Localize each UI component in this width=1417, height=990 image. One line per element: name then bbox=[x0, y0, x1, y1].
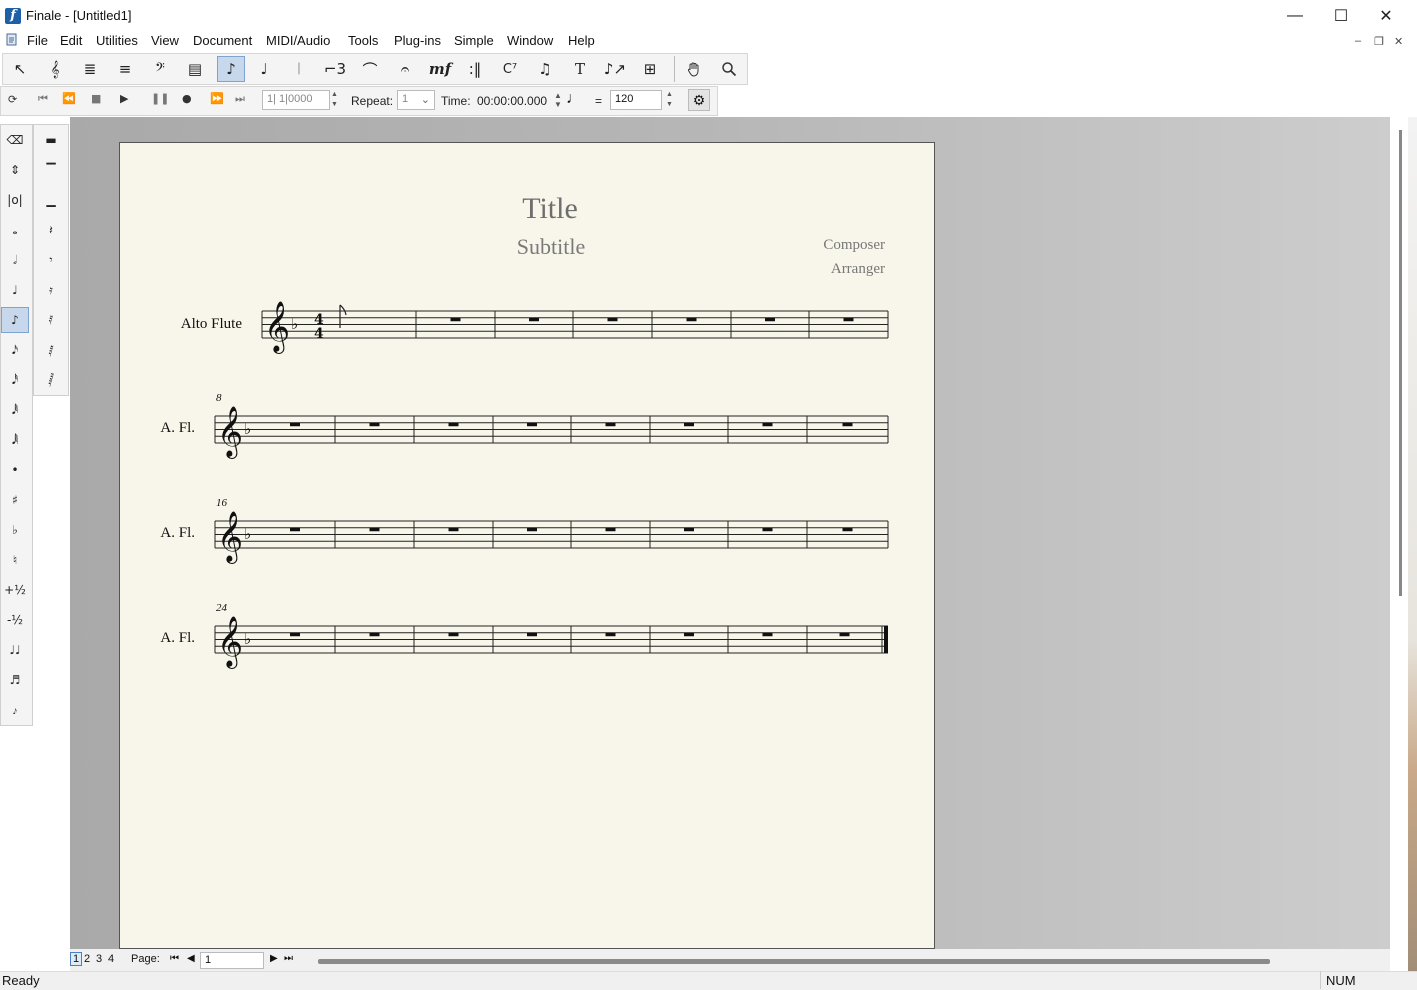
score-staves[interactable]: 𝄞 ♭ 44𝄞 ♭𝄞 ♭𝄞 ♭ bbox=[0, 0, 1417, 989]
whole-rest bbox=[290, 527, 300, 532]
whole-rest bbox=[527, 422, 537, 427]
whole-rest bbox=[290, 422, 300, 427]
whole-rest bbox=[605, 632, 616, 637]
whole-rest bbox=[369, 422, 380, 427]
page-tab-1[interactable]: 1 bbox=[70, 952, 83, 966]
whole-rest bbox=[527, 527, 537, 532]
treble-clef-icon: 𝄞 bbox=[264, 301, 290, 354]
page-tab-4[interactable]: 4 bbox=[108, 953, 114, 965]
treble-clef-icon: 𝄞 bbox=[217, 616, 243, 669]
whole-rest bbox=[529, 317, 539, 322]
time-signature-bottom: 4 bbox=[314, 326, 324, 342]
whole-rest bbox=[839, 632, 850, 637]
first-page-icon[interactable]: ⏮ bbox=[170, 953, 179, 964]
whole-rest bbox=[605, 527, 616, 532]
next-page-icon[interactable]: ▶ bbox=[270, 953, 278, 964]
whole-rest bbox=[450, 317, 461, 322]
previous-page-icon[interactable]: ◀ bbox=[187, 953, 195, 964]
whole-rest bbox=[762, 632, 773, 637]
treble-clef-icon: 𝄞 bbox=[217, 511, 243, 564]
key-signature-flat-icon: ♭ bbox=[244, 630, 251, 648]
whole-rest bbox=[762, 527, 773, 532]
whole-rest bbox=[842, 527, 853, 532]
vertical-scroll-thumb[interactable] bbox=[1399, 130, 1402, 596]
horizontal-scroll-thumb[interactable] bbox=[318, 959, 1270, 964]
status-separator bbox=[1320, 971, 1321, 989]
last-page-icon[interactable]: ⏭ bbox=[284, 953, 293, 964]
treble-clef-icon: 𝄞 bbox=[217, 406, 243, 459]
entry-caret-flag bbox=[339, 304, 347, 316]
final-barline bbox=[884, 626, 888, 653]
whole-rest bbox=[448, 422, 459, 427]
num-lock-indicator: NUM bbox=[1326, 973, 1356, 988]
whole-rest bbox=[842, 422, 853, 427]
whole-rest bbox=[605, 422, 616, 427]
whole-rest bbox=[686, 317, 697, 322]
whole-rest bbox=[843, 317, 854, 322]
whole-rest bbox=[765, 317, 775, 322]
key-signature-flat-icon: ♭ bbox=[244, 525, 251, 543]
page-number-field[interactable]: 1 bbox=[200, 952, 264, 969]
desktop-background bbox=[1408, 117, 1417, 989]
page-tab-2[interactable]: 2 bbox=[84, 953, 90, 965]
key-signature-flat-icon: ♭ bbox=[291, 315, 298, 333]
status-text: Ready bbox=[2, 973, 40, 988]
key-signature-flat-icon: ♭ bbox=[244, 420, 251, 438]
whole-rest bbox=[607, 317, 618, 322]
whole-rest bbox=[684, 527, 694, 532]
status-bar bbox=[0, 971, 1417, 990]
whole-rest bbox=[448, 527, 459, 532]
whole-rest bbox=[527, 632, 537, 637]
whole-rest bbox=[684, 632, 694, 637]
whole-rest bbox=[684, 422, 694, 427]
page-label: Page: bbox=[131, 953, 160, 965]
whole-rest bbox=[369, 527, 380, 532]
whole-rest bbox=[762, 422, 773, 427]
whole-rest bbox=[369, 632, 380, 637]
whole-rest bbox=[290, 632, 300, 637]
whole-rest bbox=[448, 632, 459, 637]
page-tab-3[interactable]: 3 bbox=[96, 953, 102, 965]
